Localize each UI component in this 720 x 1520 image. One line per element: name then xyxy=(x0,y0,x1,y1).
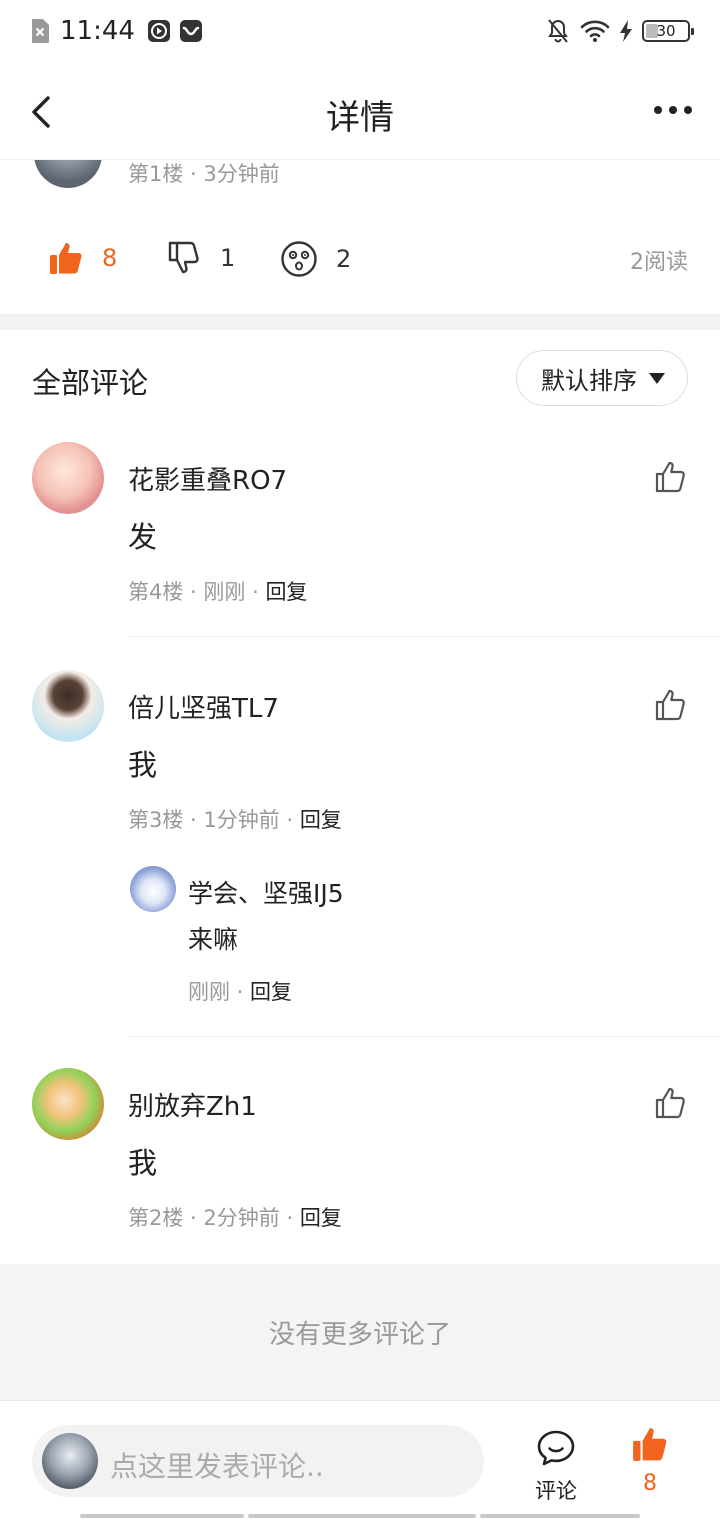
comment-input-placeholder: 点这里发表评论.. xyxy=(110,1450,324,1483)
reaction-bar: 8 1 2 2阅读 xyxy=(0,230,720,290)
surprised-face-icon xyxy=(281,241,317,277)
comment-time: 刚刚 xyxy=(203,580,246,604)
reply-button[interactable]: 回复 xyxy=(250,980,292,1004)
sub-reply-meta: 刚刚 · 回复 xyxy=(188,980,293,1004)
like-button[interactable]: 8 xyxy=(628,1425,672,1496)
triangle-down-icon xyxy=(649,372,665,384)
comment-button-label: 评论 xyxy=(535,1479,577,1503)
dislike-reaction-button[interactable]: 1 xyxy=(166,240,235,276)
reply-button[interactable]: 回复 xyxy=(300,1206,342,1230)
thumbs-up-icon[interactable] xyxy=(654,460,688,494)
sort-dropdown[interactable]: 默认排序 xyxy=(516,350,688,406)
comment-input[interactable]: 点这里发表评论.. xyxy=(32,1425,484,1497)
comment-author[interactable]: 别放弃Zh1 xyxy=(128,1086,257,1123)
avatar[interactable] xyxy=(32,670,104,742)
comment-meta: 第2楼 · 2分钟前 · 回复 xyxy=(128,1206,342,1230)
like-button-count: 8 xyxy=(643,1471,657,1496)
page-title: 详情 xyxy=(326,98,394,138)
no-more-comments-text: 没有更多评论了 xyxy=(268,1320,451,1350)
comment-item: 别放弃Zh1 我 第2楼 · 2分钟前 · 回复 xyxy=(0,1068,720,1248)
thumbs-up-icon[interactable] xyxy=(654,688,688,722)
thumbs-down-icon xyxy=(168,241,199,274)
status-bar: 11:44 30 xyxy=(0,0,720,66)
media-play-icon xyxy=(147,20,170,42)
charging-bolt-icon xyxy=(620,20,632,42)
comment-item: 倍儿坚强TL7 我 第3楼 · 1分钟前 · 回复 学会、坚强IJ5 来嘛 刚刚… xyxy=(0,670,720,1037)
wifi-icon xyxy=(580,20,610,42)
dot-icon xyxy=(654,106,662,114)
dot-icon xyxy=(684,106,692,114)
nav-header: 详情 xyxy=(0,66,720,160)
section-separator xyxy=(0,314,720,330)
thumbs-up-filled-icon xyxy=(633,1428,667,1461)
dislike-count: 1 xyxy=(220,244,236,272)
app-notification-icon xyxy=(179,20,202,42)
comment-author[interactable]: 倍儿坚强TL7 xyxy=(128,688,279,725)
thumbs-up-icon[interactable] xyxy=(654,1086,688,1120)
comment-divider xyxy=(128,1036,720,1037)
status-time: 11:44 xyxy=(60,16,135,46)
comment-meta: 第4楼 · 刚刚 · 回复 xyxy=(128,580,308,604)
sub-reply-text: 来嘛 xyxy=(188,925,239,954)
comment-author[interactable]: 花影重叠RO7 xyxy=(128,460,287,497)
sub-reply-author[interactable]: 学会、坚强IJ5 xyxy=(188,874,344,910)
comment-bubble-icon xyxy=(537,1430,575,1466)
sort-label: 默认排序 xyxy=(541,366,637,395)
reply-button[interactable]: 回复 xyxy=(265,580,307,604)
bottom-action-bar: 点这里发表评论.. 评论 8 xyxy=(0,1400,720,1520)
avatar[interactable] xyxy=(32,1068,104,1140)
sub-reply-item: 学会、坚强IJ5 来嘛 刚刚 · 回复 xyxy=(0,866,720,1006)
more-options-button[interactable] xyxy=(654,106,692,114)
like-reaction-button[interactable]: 8 xyxy=(48,240,117,276)
post-floor-meta: 第1楼 · 3分钟前 xyxy=(128,162,280,186)
comment-floor: 第3楼 xyxy=(128,808,184,832)
comment-text: 我 xyxy=(128,1146,158,1180)
bell-muted-icon xyxy=(548,19,568,43)
sim-error-icon xyxy=(32,19,49,43)
comments-header: 全部评论 默认排序 xyxy=(0,330,720,430)
like-count: 8 xyxy=(102,244,118,272)
avatar xyxy=(42,1433,98,1489)
thumbs-up-filled-icon xyxy=(50,243,82,274)
comment-item: 花影重叠RO7 发 第4楼 · 刚刚 · 回复 xyxy=(0,442,720,637)
end-of-list: 没有更多评论了 xyxy=(0,1264,720,1400)
wow-count: 2 xyxy=(336,245,352,273)
comment-time: 2分钟前 xyxy=(203,1206,280,1230)
sub-reply-time: 刚刚 xyxy=(188,980,230,1004)
comment-floor: 第2楼 xyxy=(128,1206,184,1230)
avatar[interactable] xyxy=(130,866,176,912)
avatar[interactable] xyxy=(32,442,104,514)
comment-divider xyxy=(128,636,720,637)
read-count: 2阅读 xyxy=(630,250,688,275)
comment-button[interactable]: 评论 xyxy=(526,1429,586,1505)
post-footer: 第1楼 · 3分钟前 8 1 2 2阅读 xyxy=(0,120,720,314)
comment-time: 1分钟前 xyxy=(203,808,280,832)
reply-button[interactable]: 回复 xyxy=(300,808,342,832)
comment-floor: 第4楼 xyxy=(128,580,184,604)
gesture-bar xyxy=(80,1514,640,1518)
battery-indicator: 30 xyxy=(642,20,694,42)
comments-title: 全部评论 xyxy=(32,366,149,400)
dot-icon xyxy=(669,106,677,114)
comment-meta: 第3楼 · 1分钟前 · 回复 xyxy=(128,808,342,832)
comment-text: 发 xyxy=(128,520,158,554)
wow-reaction-button[interactable]: 2 xyxy=(280,240,351,278)
comment-text: 我 xyxy=(128,748,158,782)
